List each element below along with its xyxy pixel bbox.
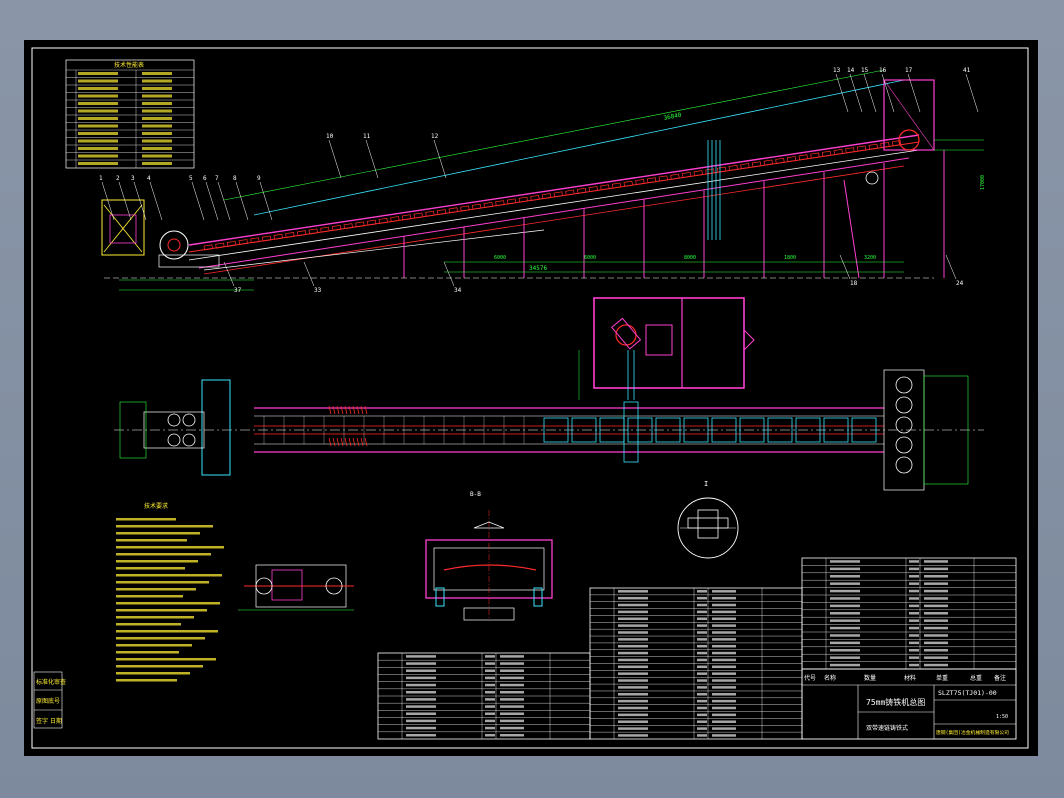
svg-text:4: 4: [147, 175, 151, 182]
outer-frame: [31, 47, 1029, 749]
drawing-code: SLZT75(TJ01)-00: [938, 689, 997, 697]
dim-main: 34576: [529, 265, 547, 272]
title-block: 代号 名称 数量 材料 单重 总重 备注 75mm铸铁机总图 双带速链铸铁式 SLZT75(…: [801, 668, 1017, 740]
svg-text:41: 41: [963, 67, 971, 74]
svg-text:11: 11: [363, 133, 371, 140]
svg-text:34: 34: [454, 287, 462, 294]
tech-params-title: 技术性能表: [114, 61, 144, 69]
drawing-title: 75mm铸铁机总图: [866, 697, 925, 707]
tech-req-title: 技术要求: [144, 502, 168, 510]
svg-text:33: 33: [314, 287, 322, 294]
detail-i: I: [677, 480, 739, 559]
side-label-2: 原图底号: [36, 697, 60, 705]
side-label-4: 日期: [50, 717, 62, 725]
svg-text:5: 5: [189, 175, 193, 182]
dim-seg-1: 6000: [494, 255, 506, 261]
svg-text:15: 15: [861, 67, 869, 74]
dim-seg-4: 1800: [784, 255, 796, 261]
svg-text:2: 2: [116, 175, 120, 182]
svg-text:12: 12: [431, 133, 439, 140]
elevation-view: 34576 36840 6000 6000 8000 1800 3200 170…: [99, 67, 986, 294]
side-label-1: 标准化审查: [36, 678, 66, 686]
svg-text:10: 10: [326, 133, 334, 140]
detail-mark: I: [704, 480, 708, 488]
pouring-machine: [101, 199, 254, 291]
svg-text:17: 17: [905, 67, 913, 74]
title-header-4: 单重: [936, 674, 948, 682]
svg-text:37: 37: [234, 287, 242, 294]
title-header-6: 备注: [994, 674, 1006, 682]
dim-seg-5: 3200: [864, 255, 876, 261]
side-label-3: 签字: [36, 717, 48, 725]
parts-list-left: [377, 652, 591, 740]
parts-list-mid: [589, 587, 803, 740]
svg-text:6: 6: [203, 175, 207, 182]
title-header-1: 名称: [824, 674, 836, 682]
cad-drawing: 标准化审查 原图底号 签字 日期 技术性能表 34576 36840 6000: [31, 47, 1029, 749]
svg-text:18: 18: [850, 280, 858, 287]
svg-text:13: 13: [833, 67, 841, 74]
plan-view: [114, 297, 984, 491]
dim-seg-3: 8000: [684, 255, 696, 261]
tech-requirements: 技术要求: [116, 502, 224, 682]
title-header-5: 总重: [970, 674, 982, 682]
drawing-scale: 1:50: [996, 714, 1008, 720]
title-header-0: 代号: [804, 674, 816, 682]
title-header-2: 数量: [864, 674, 876, 682]
binding-strip: 标准化审查 原图底号 签字 日期: [33, 671, 66, 729]
drawing-subtitle: 双带速链铸铁式: [866, 724, 908, 732]
tech-params-table: 技术性能表: [65, 59, 195, 169]
svg-text:9: 9: [257, 175, 261, 182]
drive-detail: [238, 564, 354, 611]
drawing-sheet: 标准化审查 原图底号 签字 日期 技术性能表 34576 36840 6000: [24, 40, 1038, 756]
svg-text:3: 3: [131, 175, 135, 182]
svg-text:24: 24: [956, 280, 964, 287]
dim-seg-2: 6000: [584, 255, 596, 261]
svg-text:16: 16: [879, 67, 887, 74]
dim-height: 17000: [980, 175, 986, 190]
svg-text:1: 1: [99, 175, 103, 182]
section-bb: B-B: [425, 491, 553, 621]
svg-text:7: 7: [215, 175, 219, 182]
company-name: 唐钢(集团)冶金机械制造有限公司: [936, 729, 1009, 736]
parts-list-right: [801, 557, 1017, 670]
title-header-3: 材料: [904, 674, 916, 682]
svg-text:14: 14: [847, 67, 855, 74]
svg-text:8: 8: [233, 175, 237, 182]
section-mark: B-B: [470, 491, 481, 498]
